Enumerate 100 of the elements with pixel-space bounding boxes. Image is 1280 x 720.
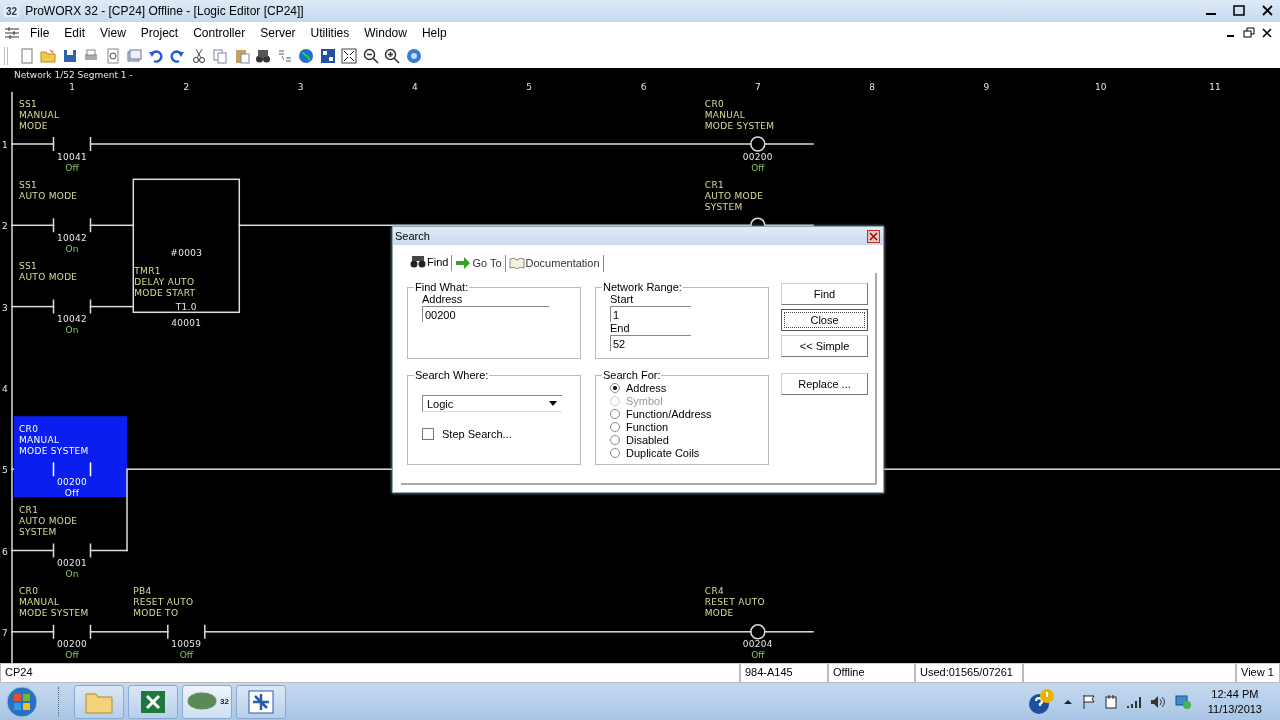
signal-icon[interactable] [1125, 694, 1142, 709]
menu-item[interactable]: Controller [193, 25, 246, 40]
contact-label: MANUAL [19, 109, 60, 120]
timer-preset: T1.0 [175, 302, 197, 313]
rung-wire [11, 549, 55, 552]
grid-icon[interactable] [319, 47, 336, 64]
radio-button[interactable] [610, 422, 620, 433]
checkbox-label: Step Search... [442, 428, 512, 440]
page-stack-icon[interactable] [126, 47, 142, 64]
timer-block[interactable] [132, 178, 241, 314]
coil-symbol[interactable] [750, 136, 766, 152]
undo-icon[interactable] [147, 47, 164, 64]
contact-symbol[interactable] [52, 136, 92, 152]
menu-item[interactable]: View [100, 25, 126, 40]
field-label: Start [610, 293, 635, 306]
rung-wire [11, 305, 55, 308]
network-icon[interactable] [1173, 693, 1192, 710]
address-label: 10042 [56, 232, 88, 243]
volume-icon[interactable] [1149, 694, 1166, 709]
menu-item[interactable]: File [30, 25, 50, 40]
zoom-out-icon[interactable] [362, 47, 379, 64]
spreadsheet-icon [139, 688, 167, 715]
contact-label: CR1 [19, 505, 39, 515]
address-label: 00204 [742, 639, 773, 650]
taskbar-button[interactable]: 32 [182, 684, 232, 719]
scissors-icon[interactable] [190, 47, 207, 64]
timer-label: DELAY AUTO [134, 277, 195, 288]
taskbar-button[interactable] [236, 684, 286, 719]
rung-wire [89, 224, 135, 227]
menu-item[interactable]: Window [364, 25, 407, 40]
contact-label: SYSTEM [19, 527, 57, 537]
arrow-icon [455, 256, 472, 269]
status-cell: CP24 [0, 664, 740, 683]
radio-button[interactable] [610, 448, 620, 459]
binoculars-icon[interactable] [255, 47, 271, 64]
save-icon[interactable] [61, 47, 78, 64]
dialog-tab[interactable]: Documentation [508, 255, 604, 272]
contact-symbol[interactable] [167, 624, 206, 640]
column-number: 4 [412, 82, 418, 92]
dialog-button[interactable]: << Simple [781, 335, 868, 357]
contact-symbol[interactable] [52, 298, 92, 315]
dialog-button[interactable]: Close [781, 309, 868, 331]
paste-icon[interactable] [233, 47, 250, 64]
contact-label: SS1 [19, 261, 38, 272]
clock-date[interactable]: 11/13/2013 [1207, 701, 1262, 717]
end-field[interactable]: 52 [610, 335, 691, 351]
menu-item[interactable]: Edit [64, 25, 86, 40]
contact-label: SS1 [19, 98, 38, 109]
contact-label: AUTO MODE [19, 190, 78, 201]
contact-symbol[interactable] [52, 624, 92, 640]
radio-button[interactable] [610, 382, 620, 393]
menu-item[interactable]: Project [140, 25, 179, 40]
dialog-tab[interactable]: Go To [455, 255, 506, 272]
network-heading: Network 1/52 Segment 1 - [14, 70, 133, 80]
zoom-in-icon[interactable] [384, 47, 400, 64]
globe-icon[interactable] [298, 47, 314, 64]
fit-icon[interactable] [341, 47, 357, 64]
contact-label: RESET AUTO [133, 597, 194, 608]
column-number: 3 [297, 82, 304, 92]
window-title: ProWORX 32 - [CP24] Offline - [Logic Editor [CP24]] [25, 4, 305, 18]
contact-symbol[interactable] [52, 542, 92, 559]
preview-icon[interactable] [104, 47, 121, 64]
folder-icon[interactable] [40, 47, 56, 64]
option-label: Disabled [626, 434, 669, 447]
flag-icon[interactable] [1081, 693, 1096, 710]
radio-button[interactable] [610, 435, 620, 446]
contact-symbol[interactable] [52, 217, 92, 234]
timer-number: #0003 [170, 248, 203, 259]
checkbox[interactable] [422, 428, 434, 440]
radio-button[interactable] [610, 408, 620, 419]
column-number: 8 [869, 82, 875, 92]
document-menu-icon[interactable] [4, 25, 20, 40]
group-label: Search For: [602, 369, 662, 381]
dialog-button[interactable]: Replace ... [781, 373, 868, 395]
dialog-tab[interactable]: Find [410, 255, 453, 272]
contact-label: SS1 [19, 179, 38, 190]
menu-item[interactable]: Help [421, 25, 447, 40]
search-where-dropdown[interactable]: Logic [422, 395, 562, 412]
rung-number: 6 [2, 546, 8, 557]
address-field[interactable]: 00200 [422, 306, 549, 322]
start-field[interactable]: 1 [610, 306, 691, 322]
taskbar-button[interactable] [128, 684, 178, 719]
state-label: On [65, 569, 79, 579]
menu-item[interactable]: Utilities [310, 25, 350, 40]
close-button[interactable] [1260, 26, 1274, 39]
contact-label: MANUAL [19, 597, 60, 608]
status-cell: Offline [828, 664, 915, 683]
dialog-button[interactable]: Find [781, 283, 868, 305]
close-button[interactable] [867, 229, 880, 243]
help-icon[interactable] [405, 47, 422, 64]
clock-time[interactable]: 12:44 PM [1211, 686, 1259, 702]
menu-item[interactable]: Server [260, 25, 296, 40]
column-number: 11 [1209, 82, 1221, 92]
restore-button[interactable] [1242, 26, 1256, 39]
address-label: 10059 [171, 639, 202, 650]
help-icon[interactable] [1027, 687, 1054, 716]
redo-icon[interactable] [169, 47, 185, 64]
rung-number: 4 [2, 383, 8, 394]
state-label: Off [65, 162, 79, 173]
coil-symbol[interactable] [750, 624, 766, 640]
